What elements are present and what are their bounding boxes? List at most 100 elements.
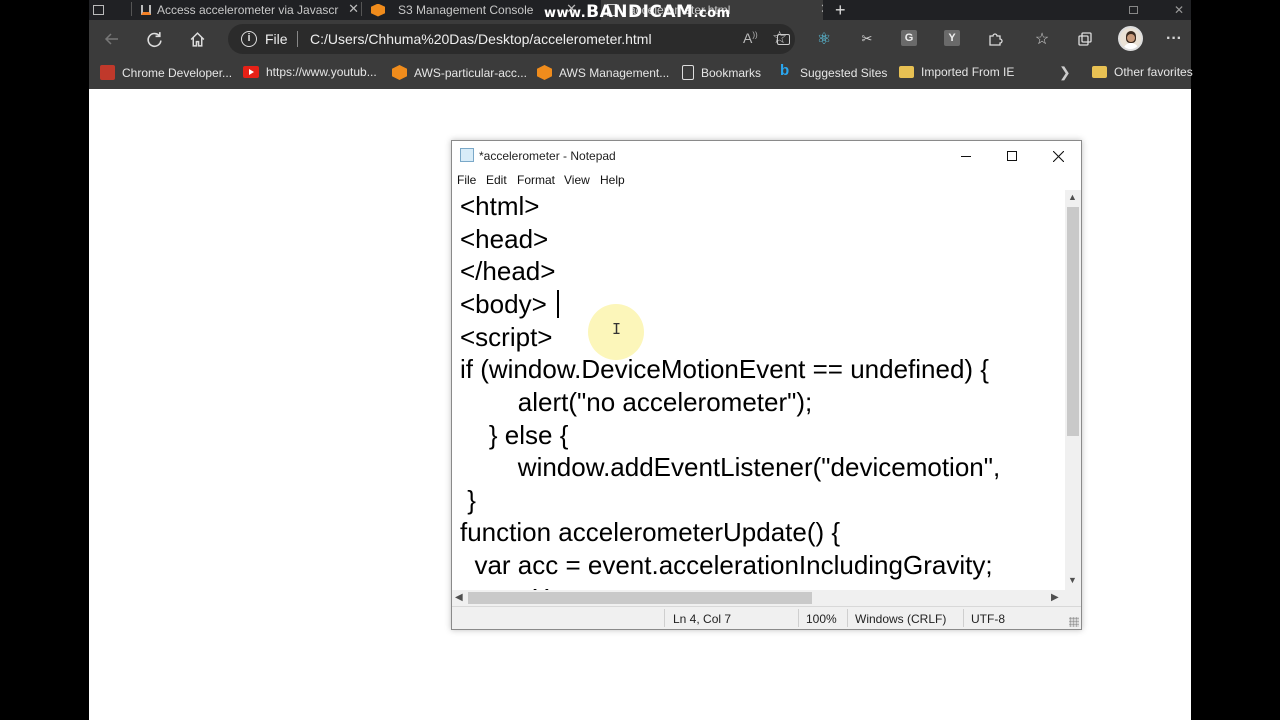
bookmark-youtube[interactable]: https://www.youtub... (243, 65, 377, 79)
bookmark-label: Other favorites (1114, 65, 1193, 79)
bookmark-suggested-sites[interactable]: Suggested Sites (778, 62, 888, 80)
encoding: UTF-8 (971, 612, 1005, 626)
maximize-button[interactable] (989, 141, 1035, 171)
bookmark-imported-from-ie[interactable]: Imported From IE (899, 65, 1014, 79)
code-line: } (460, 485, 476, 515)
address-bar[interactable]: i File C:/Users/Chhuma%20Das/Desktop/acc… (228, 24, 795, 54)
react-icon[interactable]: ⚛ (812, 27, 836, 51)
aws-icon (371, 3, 385, 17)
folder-icon (1092, 66, 1107, 78)
scrollbar-thumb[interactable] (468, 592, 812, 604)
collections-icon[interactable] (1073, 27, 1097, 51)
text-editor[interactable]: <html> <head> </head> <body> <script> if… (452, 190, 1065, 590)
read-aloud-icon[interactable]: A)) (743, 30, 758, 46)
bing-icon (778, 62, 793, 80)
bookmark-label: Bookmarks (701, 65, 762, 80)
aws-icon (537, 65, 552, 80)
code-line: </head> (460, 256, 556, 286)
cursor-position: Ln 4, Col 7 (673, 612, 732, 626)
favorites-icon[interactable]: ☆ (1030, 27, 1054, 51)
puzzle-icon[interactable] (983, 27, 1007, 51)
code-line: function accelerometerUpdate() { (460, 517, 841, 547)
bookmark-aws-particular[interactable]: AWS-particular-acc... (392, 65, 527, 80)
more-icon[interactable]: ··· (1162, 27, 1186, 51)
close-icon[interactable]: ✕ (820, 1, 823, 17)
maximize-icon[interactable] (1129, 0, 1145, 20)
tab-title: S3 Management Console (398, 3, 534, 17)
bookmark-label: Imported From IE (921, 65, 1015, 79)
window-title: *accelerometer - Notepad (479, 149, 616, 163)
bookmark-chrome-developer[interactable]: Chrome Developer... (100, 65, 232, 80)
recording-watermark: www.BANDICAM.com (544, 2, 731, 22)
code-line: <body> (460, 289, 547, 319)
tab-title: Access accelerometer via Javascr (157, 3, 339, 17)
bookmark-label: Suggested Sites (800, 65, 888, 80)
extension-icon[interactable] (771, 27, 795, 51)
close-window-icon[interactable]: ✕ (1174, 0, 1190, 20)
grammarly-icon[interactable]: G (901, 30, 917, 46)
url-scheme: File (265, 31, 288, 47)
resize-grip-icon[interactable] (1069, 617, 1079, 627)
close-button[interactable] (1035, 141, 1081, 171)
text-caret (557, 290, 559, 318)
scroll-right-icon[interactable]: ▶ (1051, 592, 1059, 603)
zoom-level: 100% (806, 612, 837, 626)
code-line: } else { (460, 420, 569, 450)
url-text[interactable]: C:/Users/Chhuma%20Das/Desktop/accelerome… (310, 31, 652, 47)
menu-view[interactable]: View (564, 173, 590, 187)
code-line: <script> (460, 322, 553, 352)
ibeam-cursor-icon: I (612, 320, 622, 338)
menu-edit[interactable]: Edit (486, 173, 507, 187)
chevron-right-icon[interactable]: ❯ (1059, 64, 1071, 81)
document-icon (682, 65, 694, 80)
bookmark-other-favorites[interactable]: Other favorites (1092, 65, 1193, 79)
scrollbar-thumb[interactable] (1067, 207, 1079, 436)
stackoverflow-icon (141, 5, 151, 15)
scrollbar-corner (1065, 590, 1081, 606)
code-line: X (460, 582, 549, 590)
youtube-icon (243, 66, 259, 78)
bookmark-label: Chrome Developer... (122, 65, 233, 80)
code-line: alert("no accelerometer"); (460, 387, 813, 417)
tab-actions-icon[interactable] (91, 0, 105, 20)
code-line: if (window.DeviceMotionEvent == undefine… (460, 354, 989, 384)
scroll-down-icon[interactable]: ▼ (1068, 575, 1077, 585)
chrome-dev-icon (100, 65, 115, 80)
menu-help[interactable]: Help (600, 173, 625, 187)
refresh-icon[interactable] (142, 27, 166, 51)
bookmark-label: AWS-particular-acc... (414, 65, 527, 80)
code-line: var acc = event.accelerationIncludingGra… (460, 550, 993, 580)
status-bar: Ln 4, Col 7 100% Windows (CRLF) UTF-8 (452, 606, 1081, 629)
info-icon[interactable]: i (241, 31, 257, 47)
aws-icon (392, 65, 407, 80)
profile-avatar[interactable] (1118, 26, 1143, 51)
scroll-up-icon[interactable]: ▲ (1068, 192, 1077, 202)
menu-file[interactable]: File (457, 173, 476, 187)
scroll-left-icon[interactable]: ◀ (455, 592, 463, 603)
notepad-title-bar[interactable]: *accelerometer - Notepad (452, 141, 1081, 171)
vertical-scrollbar[interactable]: ▲ ▼ (1065, 190, 1081, 590)
notepad-window: *accelerometer - Notepad File Edit Forma… (451, 140, 1082, 630)
notepad-app-icon (460, 148, 474, 162)
bookmarks-bar: Chrome Developer... https://www.youtub..… (89, 58, 1193, 89)
horizontal-scrollbar[interactable]: ◀ ▶ (452, 590, 1065, 606)
divider (297, 31, 298, 47)
menu-format[interactable]: Format (517, 173, 555, 187)
new-tab-button[interactable]: + (835, 0, 855, 20)
bookmark-label: AWS Management... (559, 65, 670, 80)
bookmark-label: https://www.youtub... (266, 65, 377, 79)
close-icon[interactable]: ✕ (348, 1, 359, 17)
tab-accelerometer-question[interactable]: Access accelerometer via Javascr ✕ (141, 0, 363, 20)
yandex-icon[interactable]: Y (944, 30, 960, 46)
browser-toolbar: i File C:/Users/Chhuma%20Das/Desktop/acc… (89, 20, 1191, 58)
scissors-icon[interactable]: ✂ (855, 27, 879, 51)
bookmark-bookmarks[interactable]: Bookmarks (682, 65, 761, 80)
back-icon[interactable] (100, 27, 124, 51)
code-line: <html> (460, 191, 540, 221)
bookmark-aws-management[interactable]: AWS Management... (537, 65, 669, 80)
screen: Access accelerometer via Javascr ✕ S3 Ma… (0, 0, 1280, 720)
minimize-button[interactable] (943, 141, 989, 171)
folder-icon (899, 66, 914, 78)
home-icon[interactable] (185, 27, 209, 51)
code-line: window.addEventListener("devicemotion", (460, 452, 1001, 482)
